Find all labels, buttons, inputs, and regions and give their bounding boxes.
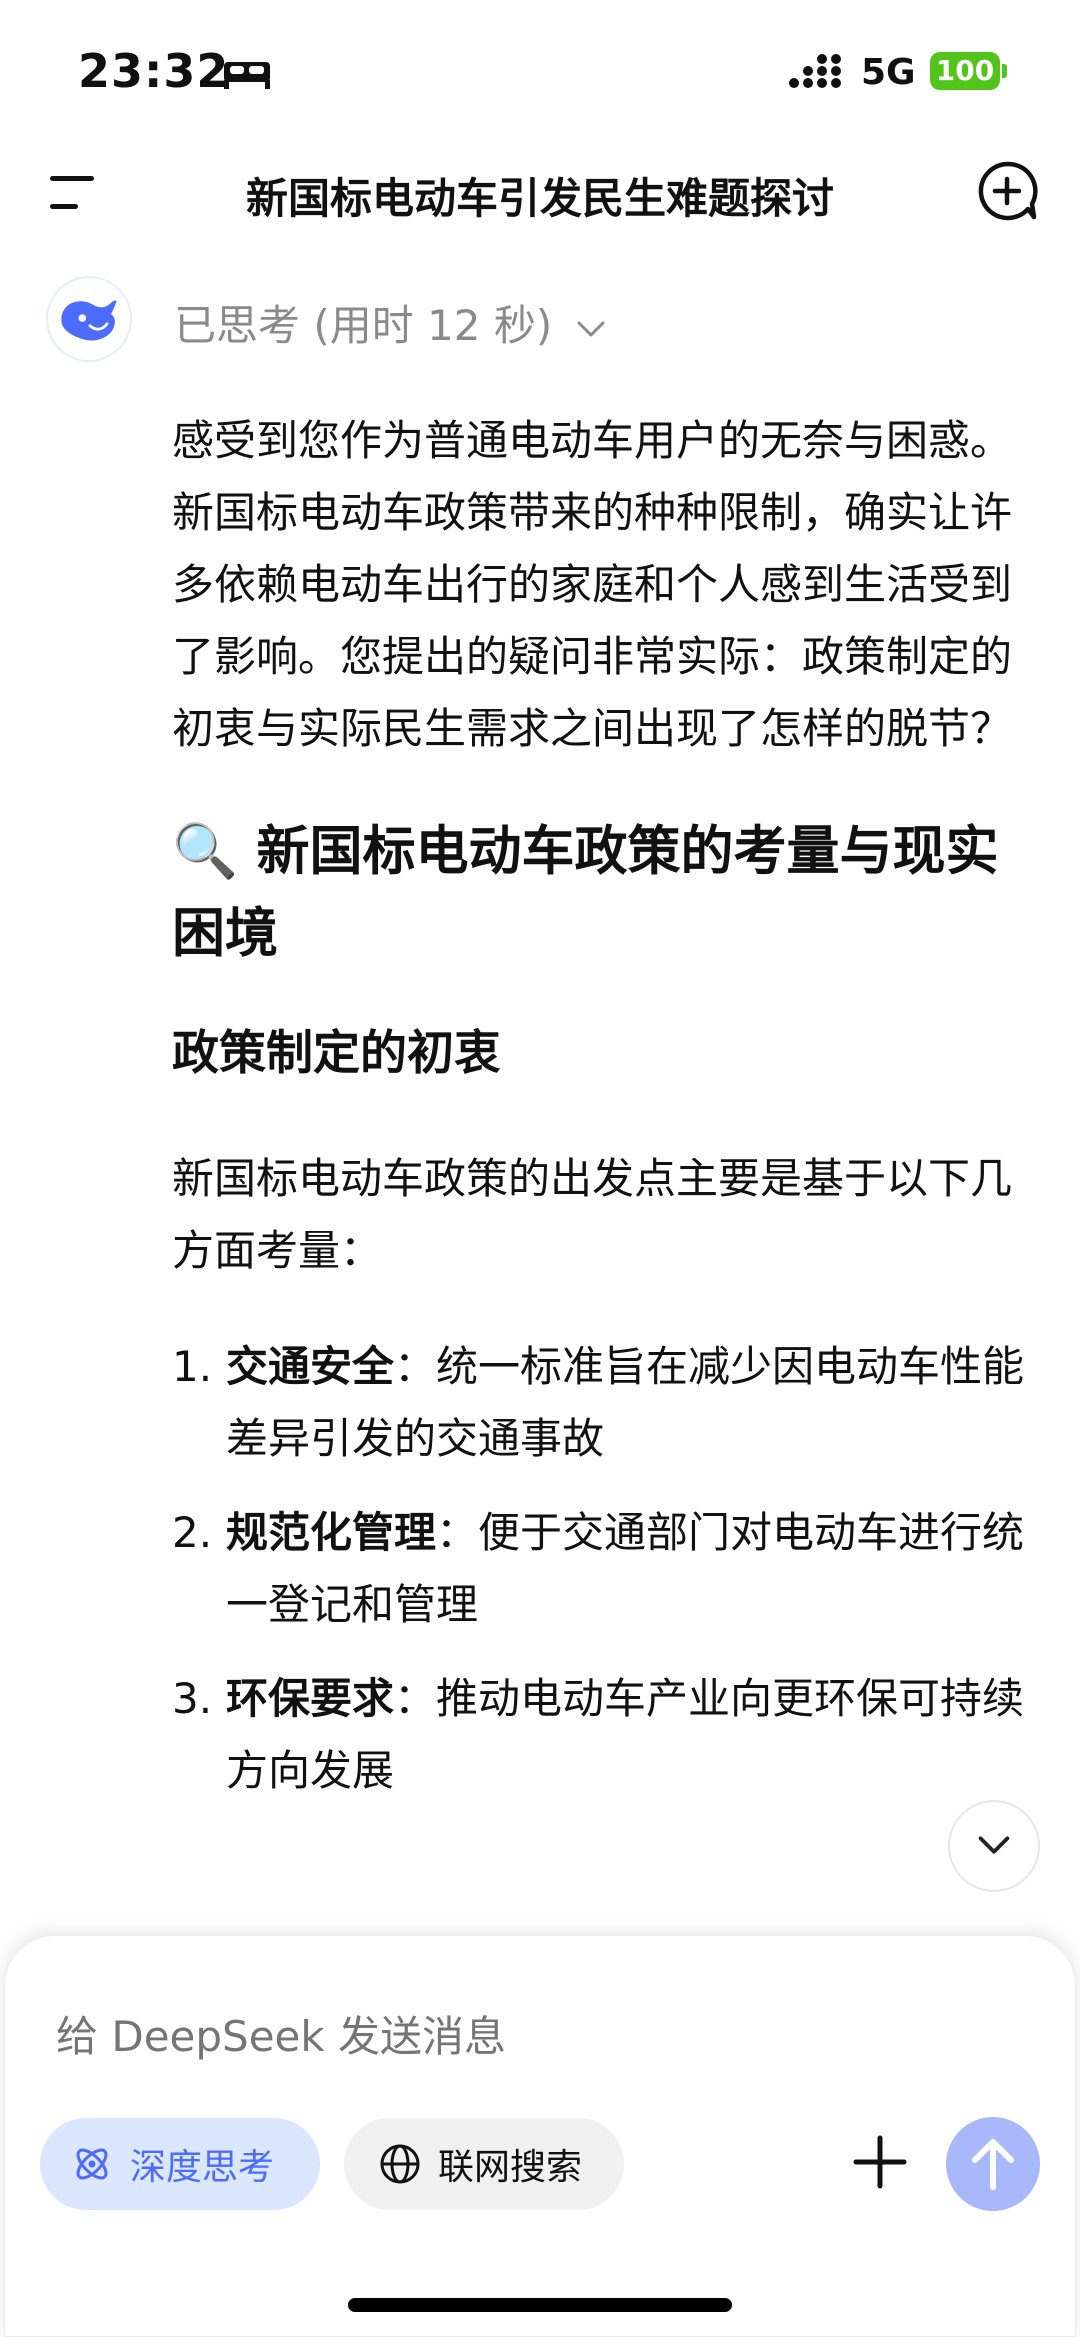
deepseek-whale-icon <box>61 300 117 341</box>
new-chat-icon[interactable] <box>976 160 1038 222</box>
list-item-sep: ： <box>436 1508 479 1557</box>
status-time: 23:32 <box>78 44 230 98</box>
list-number: 1. <box>172 1342 213 1391</box>
conversation-title: 新国标电动车引发民生难题探讨 <box>245 174 834 223</box>
list-item-sep: ： <box>394 1342 437 1391</box>
home-indicator <box>348 2298 732 2312</box>
list-item: 1. 交通安全：统一标准旨在减少因电动车性能差异引发的交通事故 <box>172 1331 1032 1475</box>
chevron-down-icon <box>577 321 605 336</box>
chevron-down-icon <box>978 1836 1010 1854</box>
atom-icon <box>76 2148 108 2180</box>
section-heading: 🔍 新国标电动车政策的考量与现实困境 <box>172 821 999 964</box>
globe-icon <box>380 2144 420 2184</box>
scroll-to-bottom-button[interactable] <box>948 1800 1040 1892</box>
web-search-label: 联网搜索 <box>438 2147 583 2188</box>
battery-icon: 100 <box>930 52 1000 90</box>
deep-think-toggle[interactable]: 深度思考 <box>40 2118 320 2210</box>
list-item-title: 环保要求 <box>226 1674 395 1723</box>
message-input[interactable] <box>56 2012 816 2061</box>
subsection-heading: 政策制定的初衷 <box>172 1026 501 1081</box>
list-item: 3. 环保要求：推动电动车产业向更环保可持续方向发展 <box>172 1663 1032 1807</box>
list-number: 3. <box>172 1674 213 1723</box>
network-type: 5G <box>861 52 916 93</box>
thinking-toggle[interactable]: 已思考 (用时 12 秒) <box>174 292 606 353</box>
list-item-title: 交通安全 <box>226 1342 395 1391</box>
battery-tip <box>1002 64 1007 78</box>
message-paragraph: 新国标电动车政策的出发点主要是基于以下几方面考量： <box>172 1154 1013 1275</box>
list-item: 2. 规范化管理：便于交通部门对电动车进行统一登记和管理 <box>172 1497 1032 1641</box>
add-attachment-icon[interactable] <box>848 2130 912 2194</box>
menu-icon[interactable] <box>44 172 100 212</box>
assistant-message: 感受到您作为普通电动车用户的无奈与困惑。新国标电动车政策带来的种种限制，确实让许… <box>172 405 1032 1807</box>
sleep-focus-icon <box>224 62 270 89</box>
deep-think-label: 深度思考 <box>130 2147 275 2188</box>
signal-icon <box>789 54 841 88</box>
deepseek-avatar <box>46 276 132 362</box>
list-item-title: 规范化管理 <box>226 1508 437 1557</box>
message-intro: 感受到您作为普通电动车用户的无奈与困惑。新国标电动车政策带来的种种限制，确实让许… <box>172 416 1013 753</box>
status-bar: 23:32 5G 100 <box>0 0 1080 140</box>
arrow-up-icon <box>972 2139 1014 2190</box>
list-number: 2. <box>172 1508 213 1557</box>
send-button[interactable] <box>946 2117 1040 2211</box>
list-item-sep: ： <box>394 1674 437 1723</box>
thinking-label: 已思考 (用时 12 秒) <box>174 301 553 350</box>
web-search-toggle[interactable]: 联网搜索 <box>344 2118 624 2210</box>
